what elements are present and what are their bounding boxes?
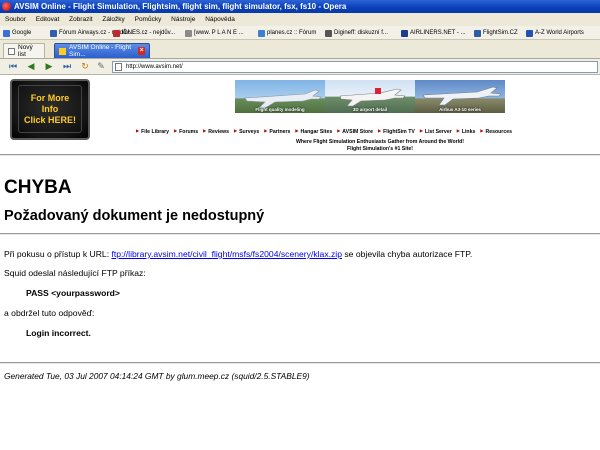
browser-window: AVSIM Online - Flight Simulation, Flight… bbox=[0, 0, 600, 450]
banner-caption-2: 3D airport detail bbox=[352, 107, 388, 112]
airways-favicon-icon bbox=[50, 29, 57, 37]
ad-line-2: Info bbox=[41, 103, 59, 114]
nav-file-library[interactable]: File Library bbox=[136, 126, 169, 135]
site-tagline: Where Flight Simulation Enthusiasts Gath… bbox=[200, 139, 560, 153]
forward-icon[interactable]: ▶ bbox=[44, 62, 54, 72]
address-field[interactable]: http://www.avsim.net/ bbox=[112, 61, 598, 73]
banner-airport[interactable]: 3D airport detail bbox=[325, 80, 415, 113]
banner-airbus[interactable]: Airbus A3-10 series bbox=[415, 80, 505, 113]
navigation-bar: ⏮ ◀ ▶ ⏭ ↻ ✎ http://www.avsim.net/ bbox=[0, 59, 600, 75]
back-icon[interactable]: ◀ bbox=[26, 62, 36, 72]
divider-top bbox=[0, 154, 600, 156]
banner-caption-1: Flight quality modeling bbox=[255, 107, 305, 112]
nav-links[interactable]: Links bbox=[457, 126, 476, 135]
divider-bottom bbox=[0, 362, 600, 364]
info-ad[interactable]: For More Info Click HERE! bbox=[10, 79, 90, 140]
bookmarks-bar: Google Fórum Airways.cz - nejdův... iDNE… bbox=[0, 26, 600, 40]
ad-line-1: For More bbox=[30, 92, 70, 103]
title-bar: AVSIM Online - Flight Simulation, Flight… bbox=[0, 0, 600, 13]
menu-pomucky[interactable]: Pomůcky bbox=[135, 13, 162, 26]
tagline-line-1: Where Flight Simulation Enthusiasts Gath… bbox=[295, 139, 465, 145]
error-subheading: Požadovaný dokument je nedostupný bbox=[4, 208, 265, 224]
tab-bar: Nový list AVSIM Online - Flight Sim... × bbox=[0, 40, 600, 59]
window-title: AVSIM Online - Flight Simulation, Flight… bbox=[14, 2, 347, 11]
airports-favicon-icon bbox=[526, 29, 533, 37]
banner-strip: Flight quality modeling 3D airport detai… bbox=[235, 80, 505, 113]
fast-forward-icon[interactable]: ⏭ bbox=[62, 62, 72, 72]
menu-napoveda[interactable]: Nápověda bbox=[205, 13, 235, 26]
bookmark-idnes[interactable]: iDNES.cz - nejdův... bbox=[113, 26, 175, 39]
divider-middle bbox=[0, 233, 600, 235]
bookmark-google[interactable]: Google bbox=[3, 26, 31, 39]
bookmark-flightsim-cz[interactable]: FlightSim.CZ bbox=[474, 26, 518, 39]
airliners-favicon-icon bbox=[401, 29, 408, 37]
rewind-icon[interactable]: ⏮ bbox=[8, 62, 18, 72]
opera-icon bbox=[2, 2, 11, 11]
banner-flight-modeling[interactable]: Flight quality modeling bbox=[235, 80, 325, 113]
tab-close-icon[interactable]: × bbox=[138, 47, 145, 55]
tab-new-list[interactable]: Nový list bbox=[3, 43, 45, 58]
page-icon bbox=[115, 63, 122, 71]
nav-partners[interactable]: Partners bbox=[264, 126, 290, 135]
bookmark-planes-www[interactable]: [www. P L A N E ... bbox=[185, 26, 244, 39]
nav-resources[interactable]: Resources bbox=[480, 126, 512, 135]
avsim-favicon-icon bbox=[59, 47, 66, 55]
error-paragraph-response: a obdržel tuto odpověď: bbox=[4, 308, 95, 318]
ftp-response: Login incorrect. bbox=[26, 328, 91, 338]
nav-flightsim-tv[interactable]: FlightSim TV bbox=[378, 126, 415, 135]
ad-line-3: Click HERE! bbox=[23, 114, 76, 125]
bookmark-az-airports[interactable]: A-Z World Airports bbox=[526, 26, 584, 39]
error-paragraph-squid: Squid odeslal následující FTP příkaz: bbox=[4, 268, 146, 278]
page-content: For More Info Click HERE! Flight quality… bbox=[0, 75, 600, 450]
menu-nastroje[interactable]: Nástroje bbox=[171, 13, 195, 26]
flightsim-favicon-icon bbox=[474, 29, 481, 37]
nav-reviews[interactable]: Reviews bbox=[203, 126, 229, 135]
nav-forums[interactable]: Forums bbox=[174, 126, 198, 135]
menu-zobrazit[interactable]: Zobrazit bbox=[69, 13, 92, 26]
ad-frame: For More Info Click HERE! bbox=[18, 85, 82, 133]
ftp-command: PASS <yourpassword> bbox=[26, 288, 120, 298]
site-nav: File Library Forums Reviews Surveys Partners… bbox=[136, 126, 600, 135]
new-page-icon bbox=[8, 47, 15, 55]
bookmark-planes-forum[interactable]: planes.cz :: Fórum bbox=[258, 26, 316, 39]
edit-icon[interactable]: ✎ bbox=[96, 62, 106, 72]
nav-hangar-sites[interactable]: Hangar Sites bbox=[295, 126, 333, 135]
menu-zalozky[interactable]: Záložky bbox=[102, 13, 124, 26]
bookmark-digineff[interactable]: Digineff: diskuzní f... bbox=[325, 26, 388, 39]
nav-surveys[interactable]: Surveys bbox=[234, 126, 259, 135]
address-url: http://www.avsim.net/ bbox=[126, 64, 183, 70]
banner-caption-3: Airbus A3-10 series bbox=[439, 107, 481, 112]
menu-soubor[interactable]: Soubor bbox=[5, 13, 26, 26]
tagline-line-2: Flight Simulation's #1 Site! bbox=[346, 146, 414, 152]
menu-editovat[interactable]: Editovat bbox=[36, 13, 60, 26]
reload-icon[interactable]: ↻ bbox=[80, 62, 90, 72]
digineff-favicon-icon bbox=[325, 29, 332, 37]
planes-favicon-icon bbox=[185, 29, 192, 37]
bookmark-airliners[interactable]: AIRLINERS.NET - ... bbox=[401, 26, 466, 39]
nav-list-server[interactable]: List Server bbox=[420, 126, 452, 135]
planes-forum-favicon-icon bbox=[258, 29, 265, 37]
idnes-favicon-icon bbox=[113, 29, 120, 37]
tail-mark bbox=[375, 88, 381, 94]
nav-avsim-store[interactable]: AVSIM Store bbox=[337, 126, 373, 135]
tab-avsim[interactable]: AVSIM Online - Flight Sim... × bbox=[54, 43, 150, 58]
error-paragraph-url: Při pokusu o přístup k URL: ftp://librar… bbox=[4, 249, 473, 259]
menu-bar: Soubor Editovat Zobrazit Záložky Pomůcky… bbox=[0, 13, 600, 26]
ftp-url-link[interactable]: ftp://library.avsim.net/civil_flight/msf… bbox=[111, 249, 342, 259]
error-heading: CHYBA bbox=[4, 177, 72, 198]
generated-footer: Generated Tue, 03 Jul 2007 04:14:24 GMT … bbox=[4, 371, 310, 381]
google-favicon-icon bbox=[3, 29, 10, 37]
